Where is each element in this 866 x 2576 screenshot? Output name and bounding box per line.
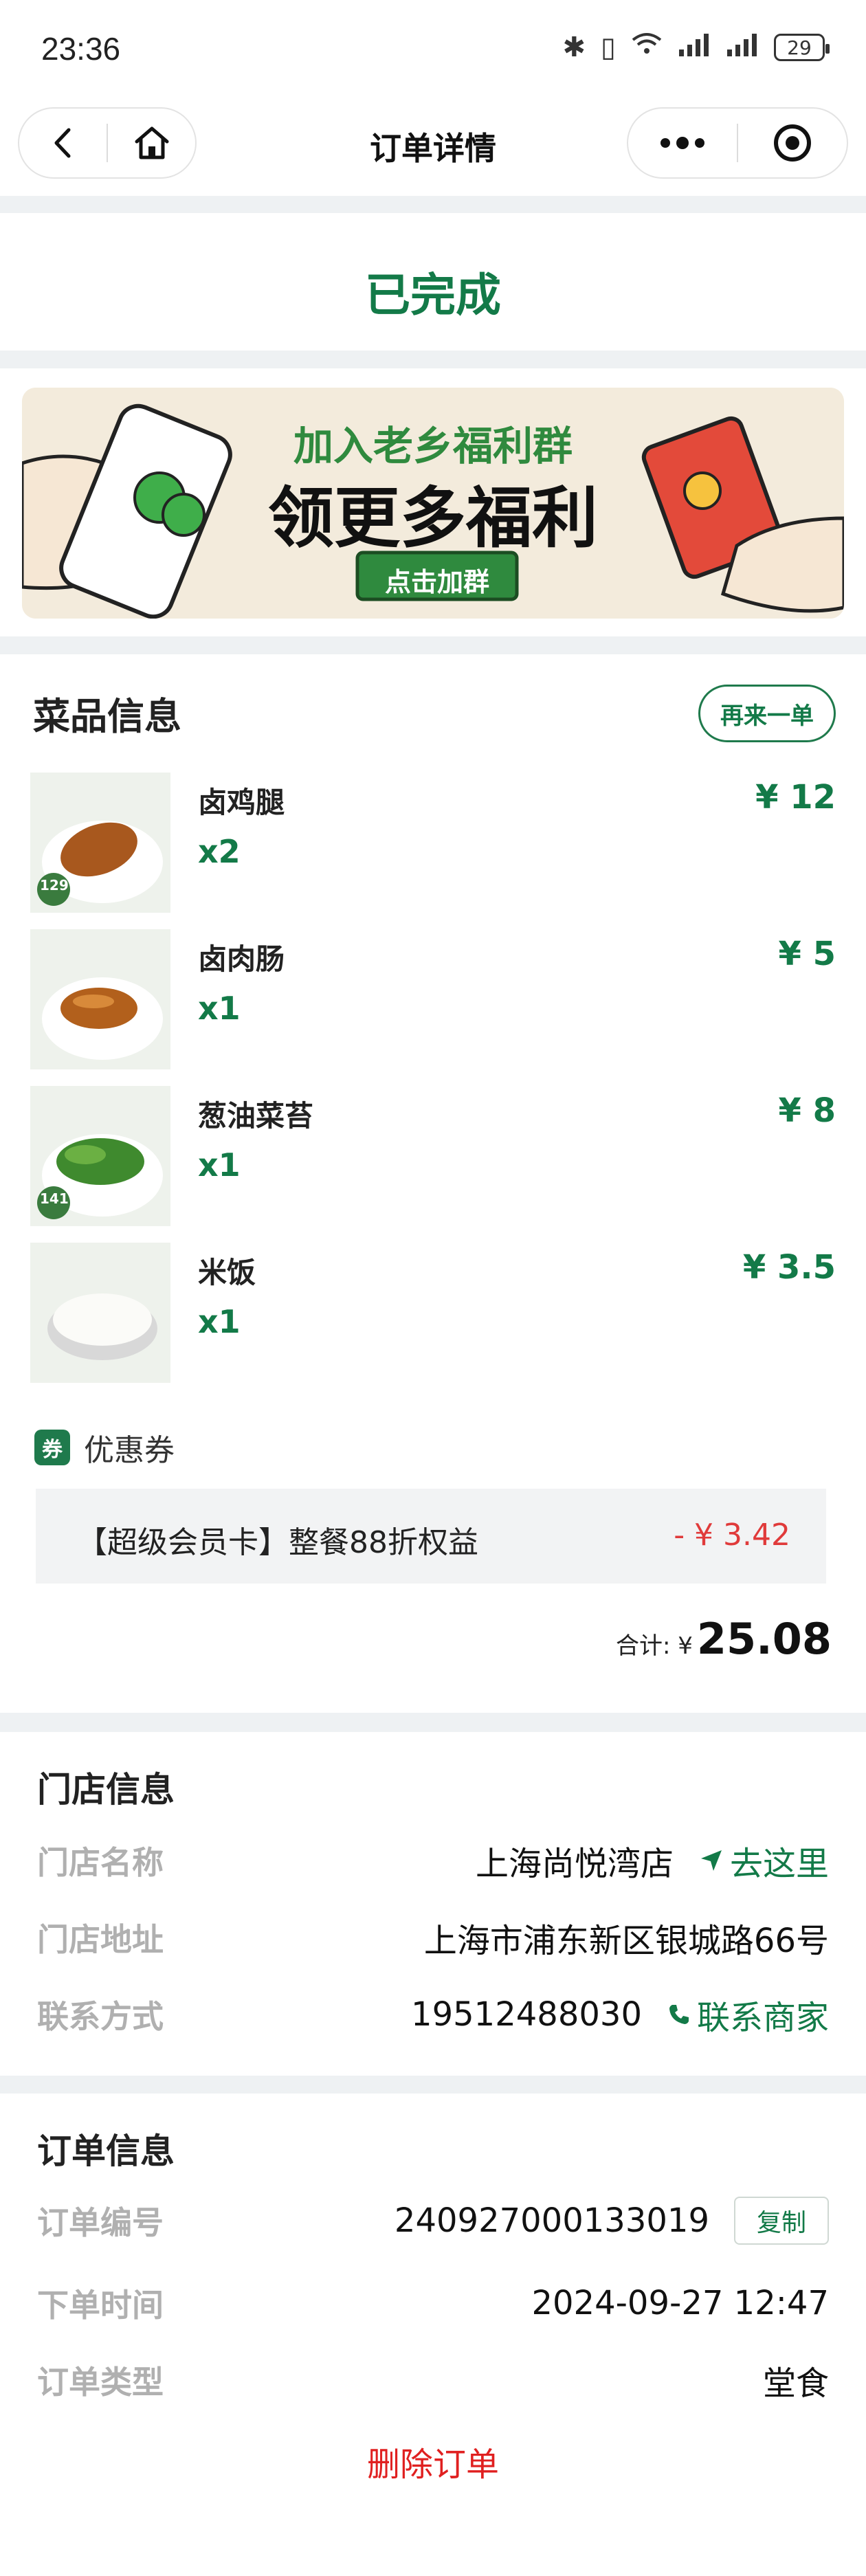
order-type-row: 订单类型 堂食 [37, 2356, 829, 2404]
dish-tag: 141 [40, 1190, 69, 1207]
coupon-label: 优惠券 [84, 1433, 175, 1468]
dish-item: 米饭 x1 ¥ 3.5 [30, 1243, 836, 1383]
order-no-value: 240927000133019 复制 [395, 2197, 829, 2245]
reorder-button[interactable]: 再来一单 [698, 685, 836, 742]
nav-bar: 订单详情 [0, 103, 866, 196]
order-no-key: 订单编号 [37, 2204, 164, 2241]
store-address-key: 门店地址 [37, 1921, 164, 1958]
contact-merchant-label: 联系商家 [696, 1999, 829, 2037]
dish-price: ¥ 5 [778, 935, 836, 973]
dish-item: 129 卤鸡腿 x2 ¥ 12 [30, 773, 836, 913]
order-status: 已完成 [365, 269, 501, 322]
banner-join-button[interactable]: 点击加群 [357, 561, 517, 599]
dish-tag: 129 [40, 877, 69, 893]
order-time-key: 下单时间 [37, 2287, 164, 2324]
order-info-card: 订单信息 订单编号 240927000133019 复制 下单时间 2024-0… [0, 2094, 866, 2576]
dish-name: 葱油菜苔 [198, 1099, 314, 1133]
banner-section: 加入老乡福利群 领更多福利 点击加群 [0, 368, 866, 636]
store-info-card: 门店信息 门店名称 上海尚悦湾店 去这里 门店地址 上海市浦东新区银城路66号 … [0, 1732, 866, 2076]
store-name: 上海尚悦湾店 [475, 1845, 674, 1883]
phone-icon [669, 2005, 689, 2024]
order-time: 2024-09-27 12:47 [531, 2284, 829, 2322]
target-icon [774, 124, 811, 162]
store-address: 上海市浦东新区银城路66号 [423, 1922, 829, 1960]
dish-name: 卤肉肠 [198, 942, 285, 976]
dish-image-chicken-leg: 129 [30, 773, 170, 913]
order-total: 合计: ¥ 25.08 [616, 1614, 832, 1664]
coupon-name: 【超级会员卡】整餐88折权益 [77, 1525, 478, 1560]
coupon-value: - ¥ 3.42 [674, 1518, 790, 1553]
banner-line2: 领更多福利 [268, 480, 598, 557]
order-time-row: 下单时间 2024-09-27 12:47 [37, 2279, 829, 2327]
signal-icon-2 [726, 32, 759, 63]
dish-image-rice [30, 1243, 170, 1383]
coupon-icon: 券 [34, 1430, 70, 1465]
status-bar: 23:36 ✱ ▯ 29 [0, 0, 866, 103]
order-status-card: 已完成 [0, 213, 866, 351]
dish-image-greens: 141 [30, 1086, 170, 1226]
signal-icon [678, 32, 711, 63]
nav-right-capsule [627, 107, 848, 179]
order-no-row: 订单编号 240927000133019 复制 [37, 2197, 829, 2245]
more-icon [660, 137, 704, 149]
navigation-arrow-icon [700, 1850, 722, 1871]
close-miniprogram-button[interactable] [738, 109, 847, 177]
store-contact-key: 联系方式 [37, 1998, 164, 2035]
store-contact-row: 联系方式 19512488030 联系商家 [37, 1990, 829, 2039]
total-value: 25.08 [696, 1614, 832, 1664]
contact-merchant-button[interactable]: 联系商家 [668, 1990, 829, 2039]
group-banner[interactable]: 加入老乡福利群 领更多福利 点击加群 [22, 388, 844, 619]
navigate-button[interactable]: 去这里 [700, 1836, 829, 1885]
store-name-row: 门店名称 上海尚悦湾店 去这里 [37, 1836, 829, 1885]
store-name-value: 上海尚悦湾店 去这里 [476, 1836, 829, 1885]
dish-info-card: 菜品信息 再来一单 129 卤鸡腿 x2 ¥ 12 卤肉肠 x1 ¥ 5 141… [0, 654, 866, 1713]
order-section-title: 订单信息 [37, 2131, 175, 2171]
dish-item: 卤肉肠 x1 ¥ 5 [30, 929, 836, 1069]
store-address-row: 门店地址 上海市浦东新区银城路66号 [37, 1913, 829, 1962]
dish-name: 米饭 [198, 1256, 256, 1289]
status-time: 23:36 [41, 31, 121, 67]
dish-qty: x1 [198, 990, 241, 1027]
total-label: 合计: ¥ [615, 1632, 693, 1660]
order-type: 堂食 [762, 2364, 829, 2403]
dish-section-title: 菜品信息 [33, 695, 181, 738]
dish-qty: x1 [198, 1146, 241, 1184]
battery-icon: 29 [774, 34, 830, 61]
dish-item: 141 葱油菜苔 x1 ¥ 8 [30, 1086, 836, 1226]
dish-qty: x1 [198, 1303, 241, 1340]
store-name-key: 门店名称 [37, 1844, 164, 1881]
status-icons: ✱ ▯ 29 [562, 32, 830, 63]
more-button[interactable] [628, 109, 737, 177]
order-no: 240927000133019 [394, 2201, 709, 2240]
dish-qty: x2 [198, 833, 241, 870]
dish-image-sausage [30, 929, 170, 1069]
store-phone: 19512488030 [411, 1995, 642, 2034]
bluetooth-icon: ✱ [562, 32, 586, 63]
coupon-header: 券 优惠券 [34, 1425, 175, 1469]
dish-price: ¥ 3.5 [742, 1248, 836, 1287]
vibrate-icon: ▯ [600, 32, 616, 63]
dish-name: 卤鸡腿 [198, 786, 285, 819]
coupon-box: 【超级会员卡】整餐88折权益 - ¥ 3.42 [36, 1489, 826, 1584]
order-type-key: 订单类型 [37, 2364, 164, 2401]
dish-price: ¥ 12 [755, 778, 836, 817]
wifi-icon [631, 32, 663, 63]
store-section-title: 门店信息 [37, 1770, 175, 1810]
copy-button[interactable]: 复制 [734, 2197, 829, 2245]
navigate-label: 去这里 [729, 1845, 829, 1883]
store-contact-value: 19512488030 联系商家 [411, 1990, 829, 2039]
delete-order-button[interactable]: 删除订单 [0, 2437, 866, 2485]
dish-price: ¥ 8 [778, 1091, 836, 1130]
banner-line1: 加入老乡福利群 [293, 423, 573, 469]
